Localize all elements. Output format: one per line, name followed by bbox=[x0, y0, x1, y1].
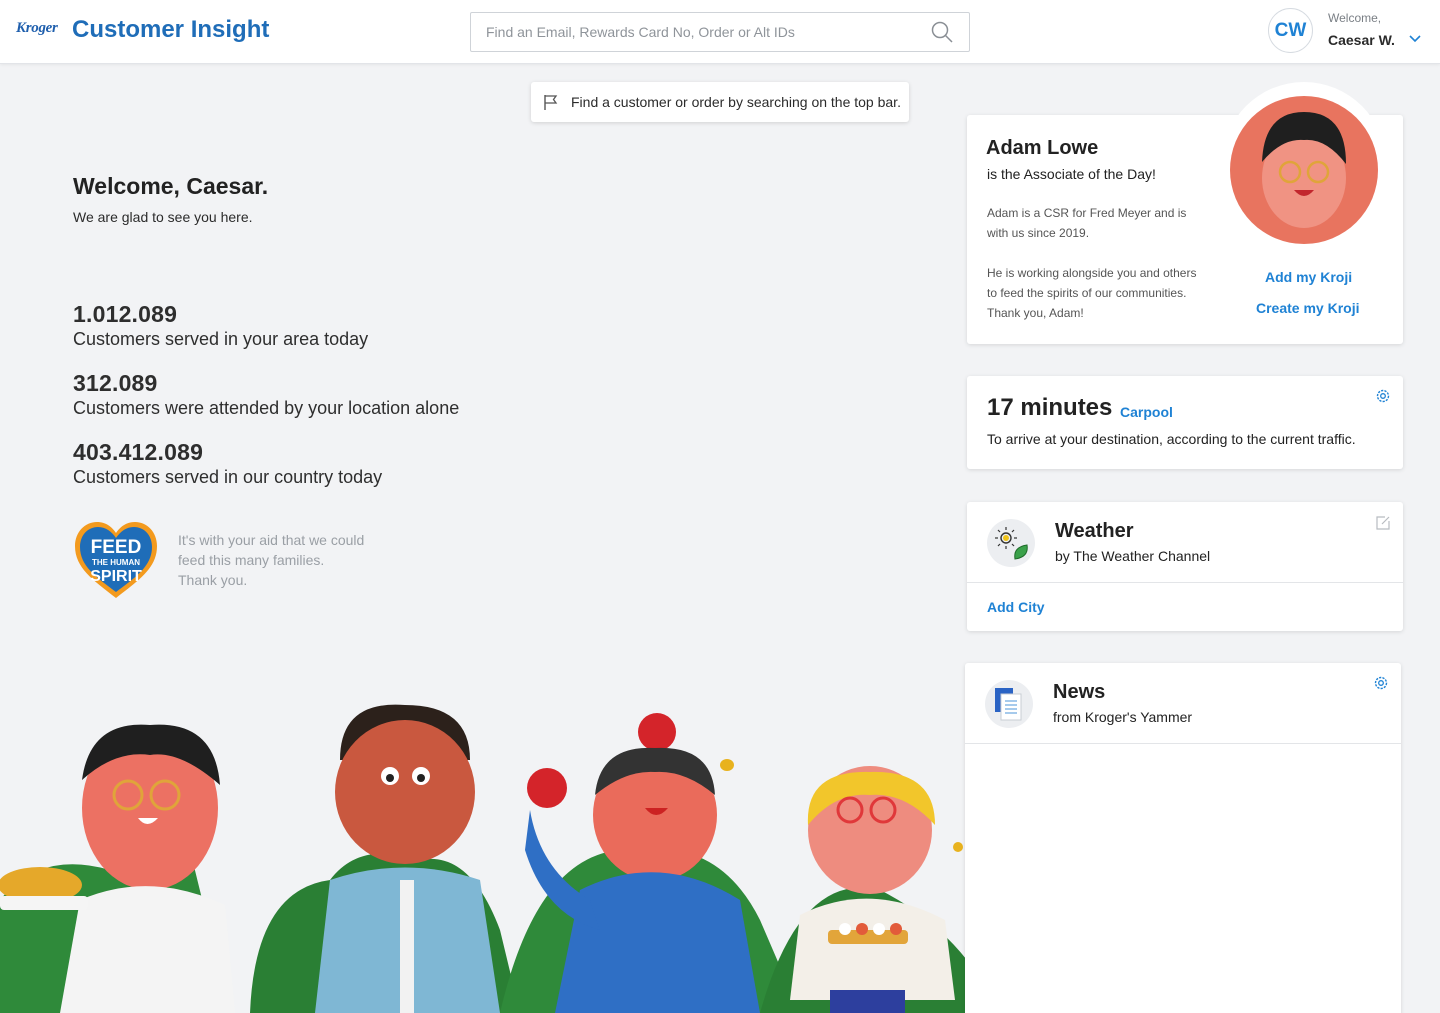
stat-location: 312.089 Customers were attended by your … bbox=[73, 370, 459, 419]
app-title[interactable]: Customer Insight bbox=[72, 16, 269, 44]
edit-icon[interactable] bbox=[1375, 515, 1391, 531]
top-bar: Kroger Customer Insight CW Welcome, Caes… bbox=[0, 0, 1440, 64]
welcome-subtitle: We are glad to see you here. bbox=[73, 209, 253, 225]
feed-message-line: It's with your aid that we could bbox=[178, 532, 365, 548]
stat-value: 312.089 bbox=[73, 370, 158, 396]
news-title: News bbox=[1053, 681, 1106, 703]
stat-label: Customers were attended by your location… bbox=[73, 398, 460, 418]
stat-country: 403.412.089 Customers served in our coun… bbox=[73, 439, 382, 488]
weather-title: Weather bbox=[1055, 520, 1134, 542]
associate-message-line: to feed the spirits of our communities. bbox=[987, 286, 1187, 300]
associate-name: Adam Lowe bbox=[986, 137, 1099, 159]
traffic-card: 17 minutes Carpool To arrive at your des… bbox=[967, 376, 1403, 469]
user-avatar[interactable]: CW bbox=[1268, 8, 1313, 53]
badge-line-2: THE HUMAN bbox=[92, 558, 140, 567]
associate-bio-line: Adam is a CSR for Fred Meyer and is bbox=[987, 206, 1187, 220]
feed-message: It's with your aid that we could feed th… bbox=[178, 530, 398, 590]
gear-icon[interactable] bbox=[1375, 388, 1391, 404]
document-icon bbox=[995, 688, 1022, 721]
search-hint-tooltip: Find a customer or order by searching on… bbox=[531, 82, 909, 122]
news-source: from Kroger's Yammer bbox=[1053, 709, 1193, 725]
search-input[interactable] bbox=[471, 13, 911, 51]
welcome-title: Welcome, Caesar. bbox=[73, 173, 269, 199]
search-box[interactable] bbox=[470, 12, 970, 52]
add-city-link[interactable]: Add City bbox=[987, 599, 1045, 615]
search-icon[interactable] bbox=[931, 21, 953, 43]
weather-source: by The Weather Channel bbox=[1055, 548, 1211, 564]
feed-message-line: feed this many families. bbox=[178, 552, 325, 568]
characters-illustration bbox=[0, 704, 1000, 1013]
hint-text: Find a customer or order by searching on… bbox=[571, 94, 901, 110]
news-icon bbox=[985, 680, 1033, 728]
news-card: News from Kroger's Yammer bbox=[965, 663, 1401, 1013]
divider bbox=[967, 582, 1403, 583]
badge-line-3: SPIRIT bbox=[90, 568, 142, 585]
create-kroji-link[interactable]: Create my Kroji bbox=[1256, 300, 1359, 316]
divider bbox=[965, 743, 1401, 744]
associate-bio: Adam is a CSR for Fred Meyer and is with… bbox=[987, 203, 1207, 243]
flag-icon bbox=[544, 95, 558, 110]
stat-value: 1.012.089 bbox=[73, 301, 178, 327]
stat-value: 403.412.089 bbox=[73, 439, 204, 465]
stat-label: Customers served in your area today bbox=[73, 329, 369, 349]
associate-message: He is working alongside you and others t… bbox=[987, 263, 1217, 323]
traffic-description: To arrive at your destination, according… bbox=[987, 431, 1356, 447]
associate-avatar bbox=[1222, 82, 1386, 246]
add-kroji-link[interactable]: Add my Kroji bbox=[1265, 269, 1352, 285]
associate-avatar-image bbox=[1230, 96, 1378, 244]
travel-mode-link[interactable]: Carpool bbox=[1120, 404, 1173, 420]
associate-message-line: He is working alongside you and others bbox=[987, 266, 1197, 280]
stat-label: Customers served in our country today bbox=[73, 467, 383, 487]
chevron-down-icon[interactable] bbox=[1408, 34, 1422, 44]
weather-icon bbox=[987, 519, 1035, 567]
weather-card: Weather by The Weather Channel Add City bbox=[967, 502, 1403, 631]
kroger-logo[interactable]: Kroger bbox=[16, 20, 58, 37]
associate-bio-line: with us since 2019. bbox=[987, 226, 1090, 240]
badge-line-1: FEED bbox=[91, 537, 142, 558]
associate-message-line: Thank you, Adam! bbox=[987, 306, 1084, 320]
stat-area-today: 1.012.089 Customers served in your area … bbox=[73, 301, 368, 350]
travel-time: 17 minutes bbox=[987, 394, 1113, 421]
feed-message-line: Thank you. bbox=[178, 572, 248, 588]
sun-leaf-icon bbox=[995, 527, 1028, 560]
gear-icon[interactable] bbox=[1373, 675, 1389, 691]
user-name[interactable]: Caesar W. bbox=[1328, 32, 1395, 48]
associate-role: is the Associate of the Day! bbox=[987, 166, 1156, 182]
user-greeting: Welcome, bbox=[1328, 11, 1382, 25]
feed-the-human-spirit-logo: FEED THE HUMAN SPIRIT bbox=[75, 522, 157, 598]
